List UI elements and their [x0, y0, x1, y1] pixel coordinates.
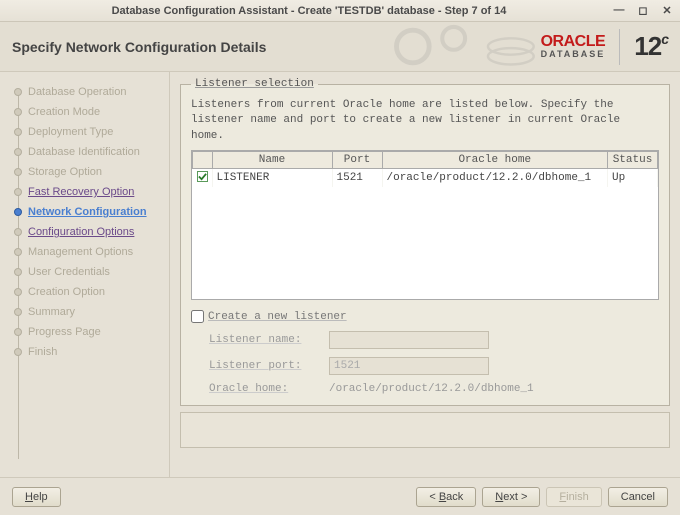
listener-port-label: Listener port:	[209, 360, 319, 372]
oracle-home-label: Oracle home:	[209, 383, 319, 395]
panel-description: Listeners from current Oracle home are l…	[191, 98, 659, 144]
wizard-step-13: Finish	[14, 342, 163, 362]
message-panel	[180, 412, 670, 448]
step-label[interactable]: Network Configuration	[28, 206, 147, 218]
step-dot-icon	[14, 108, 22, 116]
row-port: 1521	[332, 169, 382, 188]
listener-table: Name Port Oracle home Status LISTENER152…	[192, 151, 658, 187]
step-label: Progress Page	[28, 326, 101, 338]
wizard-step-3: Database Identification	[14, 142, 163, 162]
step-dot-icon	[14, 128, 22, 136]
wizard-step-2: Deployment Type	[14, 122, 163, 142]
row-name: LISTENER	[212, 169, 332, 188]
listener-table-container: Name Port Oracle home Status LISTENER152…	[191, 150, 659, 300]
step-dot-icon	[14, 328, 22, 336]
wizard-steps-sidebar: Database Operation Creation Mode Deploymen…	[0, 72, 170, 477]
wizard-step-9: User Credentials	[14, 262, 163, 282]
step-label: Database Operation	[28, 86, 126, 98]
wizard-step-10: Creation Option	[14, 282, 163, 302]
listener-name-label: Listener name:	[209, 334, 319, 346]
table-row[interactable]: LISTENER1521/oracle/product/12.2.0/dbhom…	[193, 169, 658, 188]
back-button[interactable]: < Back	[416, 487, 476, 507]
brand-version: 12c	[634, 31, 668, 62]
panel-legend: Listener selection	[191, 78, 318, 90]
step-label: Creation Option	[28, 286, 105, 298]
step-dot-icon	[14, 168, 22, 176]
close-icon[interactable]: ✕	[660, 4, 674, 17]
header: Specify Network Configuration Details OR…	[0, 22, 680, 72]
col-status[interactable]: Status	[608, 152, 658, 169]
finish-button: Finish	[546, 487, 601, 507]
window-titlebar: Database Configuration Assistant - Creat…	[0, 0, 680, 22]
main: Database Operation Creation Mode Deploymen…	[0, 72, 680, 477]
listener-name-row: Listener name:	[191, 331, 659, 349]
listener-port-input	[329, 357, 489, 375]
step-dot-icon	[14, 288, 22, 296]
col-check	[193, 152, 213, 169]
step-label: Deployment Type	[28, 126, 113, 138]
row-status: Up	[608, 169, 658, 188]
brand-logo: ORACLE DATABASE 12c	[541, 29, 668, 65]
step-dot-icon	[14, 268, 22, 276]
oracle-home-row: Oracle home: /oracle/product/12.2.0/dbho…	[191, 383, 659, 395]
step-label: Finish	[28, 346, 57, 358]
col-port[interactable]: Port	[332, 152, 382, 169]
maximize-icon[interactable]: ◻	[636, 4, 650, 17]
footer: Help < Back Next > Finish Cancel	[0, 477, 680, 515]
brand-name: ORACLE	[541, 34, 606, 50]
step-label: User Credentials	[28, 266, 110, 278]
create-new-listener-checkbox[interactable]	[191, 310, 204, 323]
row-home: /oracle/product/12.2.0/dbhome_1	[382, 169, 608, 188]
wizard-step-6[interactable]: Network Configuration	[14, 202, 163, 222]
cancel-button[interactable]: Cancel	[608, 487, 668, 507]
col-name[interactable]: Name	[212, 152, 332, 169]
next-button[interactable]: Next >	[482, 487, 540, 507]
step-dot-icon	[14, 348, 22, 356]
page-title: Specify Network Configuration Details	[12, 39, 266, 55]
wizard-step-0: Database Operation	[14, 82, 163, 102]
step-dot-icon	[14, 228, 22, 236]
window-title: Database Configuration Assistant - Creat…	[6, 5, 612, 17]
col-home[interactable]: Oracle home	[382, 152, 608, 169]
window-controls: — ◻ ✕	[612, 4, 674, 17]
step-label: Summary	[28, 306, 75, 318]
step-dot-icon	[14, 208, 22, 216]
wizard-step-11: Summary	[14, 302, 163, 322]
step-dot-icon	[14, 308, 22, 316]
step-label[interactable]: Configuration Options	[28, 226, 134, 238]
step-dot-icon	[14, 188, 22, 196]
row-checkbox-cell[interactable]	[193, 169, 213, 188]
step-dot-icon	[14, 248, 22, 256]
create-new-listener-label[interactable]: Create a new listener	[208, 311, 347, 323]
wizard-step-12: Progress Page	[14, 322, 163, 342]
step-label: Storage Option	[28, 166, 102, 178]
step-label: Database Identification	[28, 146, 140, 158]
content-area: Listener selection Listeners from curren…	[170, 72, 680, 477]
step-dot-icon	[14, 148, 22, 156]
step-label: Creation Mode	[28, 106, 100, 118]
help-button[interactable]: Help	[12, 487, 61, 507]
wizard-step-8: Management Options	[14, 242, 163, 262]
step-label[interactable]: Fast Recovery Option	[28, 186, 134, 198]
create-new-listener-row: Create a new listener	[191, 310, 659, 323]
brand-sub: DATABASE	[541, 50, 606, 59]
wizard-step-5[interactable]: Fast Recovery Option	[14, 182, 163, 202]
wizard-step-4: Storage Option	[14, 162, 163, 182]
listener-name-input	[329, 331, 489, 349]
wizard-step-1: Creation Mode	[14, 102, 163, 122]
step-label: Management Options	[28, 246, 133, 258]
minimize-icon[interactable]: —	[612, 4, 626, 17]
step-dot-icon	[14, 88, 22, 96]
decorative-gears	[380, 22, 560, 71]
checkbox-checked-icon[interactable]	[197, 171, 208, 182]
listener-selection-panel: Listener selection Listeners from curren…	[180, 78, 670, 406]
oracle-home-value: /oracle/product/12.2.0/dbhome_1	[329, 383, 534, 395]
listener-port-row: Listener port:	[191, 357, 659, 375]
wizard-step-7[interactable]: Configuration Options	[14, 222, 163, 242]
